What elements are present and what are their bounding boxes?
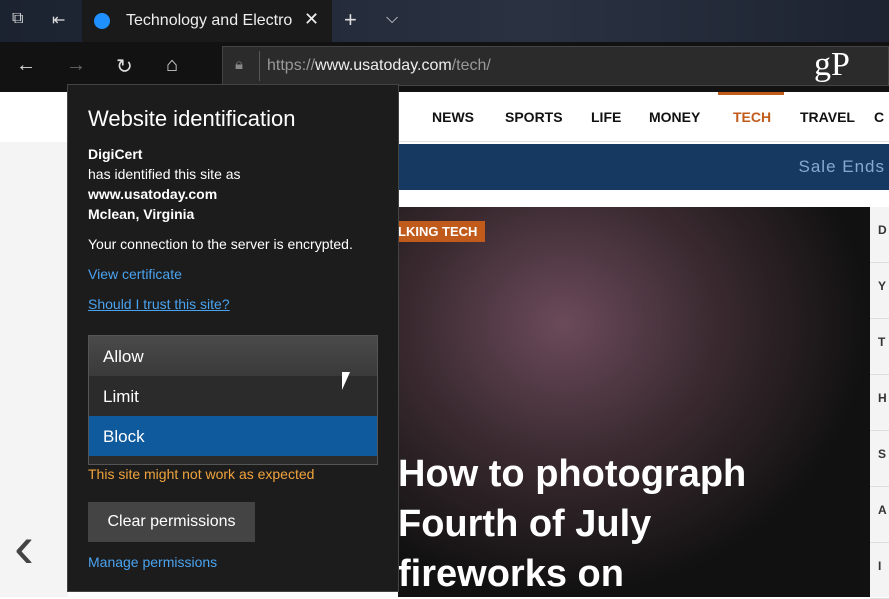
divider [259, 51, 260, 81]
tab-title: Technology and Electro [126, 12, 293, 29]
watermark-logo: gP [814, 46, 850, 83]
site-favicon-icon [94, 13, 110, 29]
option-block[interactable]: Block [89, 416, 377, 456]
option-limit[interactable]: Limit [89, 376, 377, 416]
chevron-down-icon[interactable]: ⌵ [386, 10, 398, 28]
close-tab-icon[interactable]: ✕ [304, 9, 319, 30]
menu-life[interactable]: LIFE [591, 109, 621, 125]
encryption-status: Your connection to the server is encrypt… [88, 236, 353, 252]
permission-dropdown[interactable]: Allow Limit Block [88, 335, 378, 465]
tab-set-aside-icon[interactable]: ⧉ [12, 10, 23, 28]
sidebar-item[interactable]: D [870, 207, 889, 263]
left-strip [0, 142, 68, 597]
sidebar-item[interactable]: T [870, 319, 889, 375]
menu-travel[interactable]: TRAVEL [800, 109, 855, 125]
tab-active[interactable]: Technology and Electro ✕ [82, 0, 332, 42]
manage-permissions-link[interactable]: Manage permissions [88, 554, 217, 570]
clear-permissions-button[interactable]: Clear permissions [88, 502, 255, 542]
back-icon[interactable]: ← [16, 54, 36, 77]
option-allow[interactable]: Allow [89, 336, 377, 376]
sidebar-item[interactable]: S [870, 431, 889, 487]
issuer: DigiCert [88, 146, 143, 162]
sidebar-item[interactable]: I [870, 543, 889, 599]
menu-money[interactable]: MONEY [649, 109, 700, 125]
website-identification-flyout: Website identification DigiCert has iden… [67, 84, 399, 592]
sidebar-item[interactable]: A [870, 487, 889, 543]
refresh-icon[interactable]: ↻ [116, 54, 133, 79]
hero-image[interactable]: LKING TECH How to photograph Fourth of J… [398, 207, 870, 597]
category-badge: LKING TECH [398, 221, 486, 242]
url-text[interactable]: https://www.usatoday.com/tech/ [267, 57, 767, 75]
tech-underline [718, 92, 784, 95]
trust-site-link[interactable]: Should I trust this site? [88, 296, 230, 312]
new-tab-icon[interactable]: + [344, 7, 357, 33]
menu-sports[interactable]: SPORTS [505, 109, 563, 125]
sale-banner[interactable]: Sale Ends [398, 144, 889, 190]
tabs-aside-icon[interactable]: ⇤ [52, 10, 65, 30]
sidebar-item[interactable]: H [870, 375, 889, 431]
location: Mclean, Virginia [88, 206, 195, 222]
menu-tech[interactable]: TECH [733, 109, 771, 125]
address-bar[interactable]: 🔒︎ https://www.usatoday.com/tech/ [222, 46, 889, 86]
site-menu: NEWS SPORTS LIFE MONEY TECH TRAVEL C [398, 92, 889, 142]
warning-text: This site might not work as expected [88, 466, 315, 482]
lock-icon[interactable]: 🔒︎ [235, 56, 243, 73]
right-sidebar: D Y T H S A I [870, 207, 889, 599]
identified-text: has identified this site as [88, 166, 241, 182]
chevron-left-icon[interactable]: ‹ [14, 512, 34, 581]
forward-icon[interactable]: → [66, 54, 86, 77]
domain: www.usatoday.com [88, 186, 218, 202]
headline[interactable]: How to photograph Fourth of July firewor… [398, 449, 838, 599]
sidebar-item[interactable]: Y [870, 263, 889, 319]
flyout-title: Website identification [88, 106, 296, 131]
menu-news[interactable]: NEWS [432, 109, 474, 125]
home-icon[interactable]: ⌂ [166, 54, 178, 77]
view-certificate-link[interactable]: View certificate [88, 266, 182, 282]
mouse-cursor-icon [342, 372, 350, 390]
menu-more[interactable]: C [874, 109, 884, 125]
tab-bar: ⧉ ⇤ Technology and Electro ✕ + ⌵ [0, 0, 889, 42]
